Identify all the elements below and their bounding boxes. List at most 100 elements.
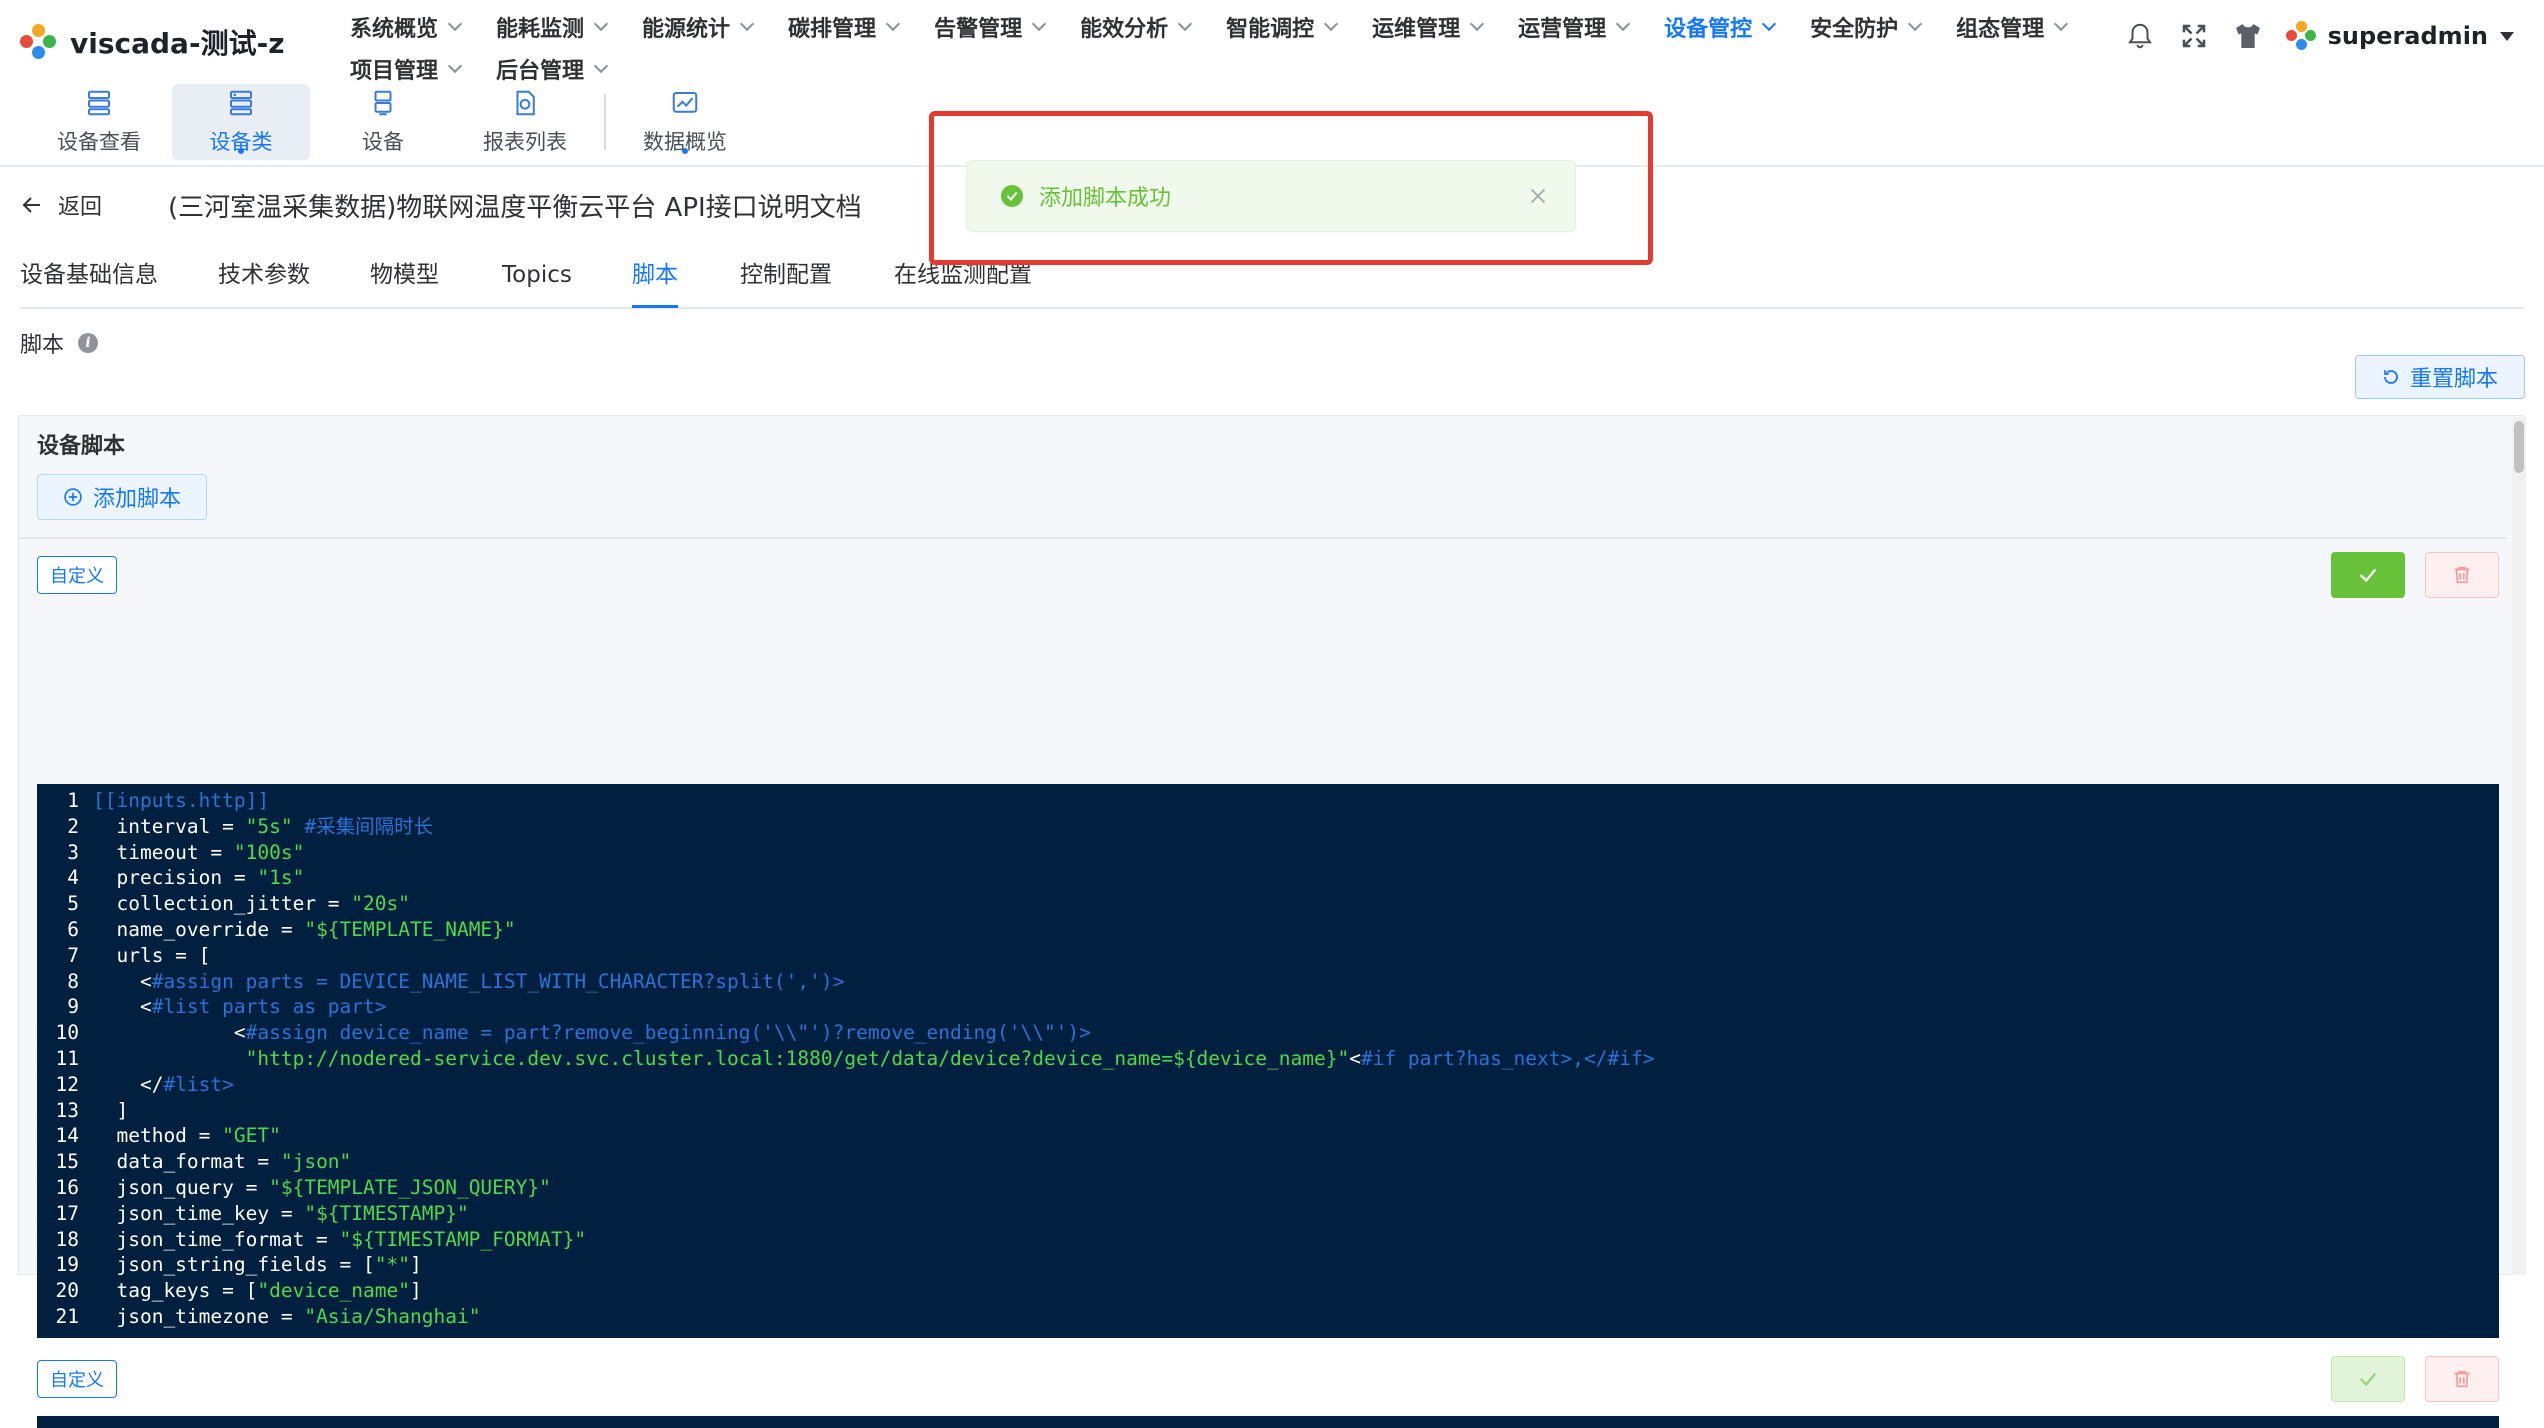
code-token: "5s" — [245, 814, 293, 838]
delete-script-button[interactable] — [2425, 1356, 2499, 1402]
line-number: 4 — [67, 866, 79, 890]
arrow-left-icon — [22, 197, 40, 213]
nav-item[interactable]: 运维管理 — [1372, 11, 1485, 43]
subnav-item[interactable]: 设备类 — [172, 84, 310, 160]
reset-script-button[interactable]: 重置脚本 — [2355, 355, 2525, 399]
code-token: json_time_key = — [93, 1201, 305, 1225]
theme-shirt-icon[interactable] — [2230, 18, 2266, 54]
code-token: ] — [93, 1098, 129, 1122]
refresh-icon — [2384, 370, 2398, 384]
code-editor[interactable] — [37, 1416, 2499, 1428]
bell-icon[interactable] — [2122, 18, 2158, 54]
check-icon — [2359, 568, 2377, 583]
tab[interactable]: 设备基础信息 — [20, 257, 158, 305]
nav-item-label: 系统概览 — [350, 17, 439, 42]
check-icon — [2359, 1372, 2377, 1387]
tab[interactable]: 技术参数 — [218, 257, 310, 305]
nav-item-label: 组态管理 — [1956, 17, 2045, 42]
code-token: json_time_format = — [93, 1227, 340, 1251]
code-token: "GET" — [222, 1124, 281, 1148]
vertical-scrollbar[interactable] — [2512, 417, 2526, 1275]
tab[interactable]: 控制配置 — [740, 257, 832, 305]
code-token: #list> — [163, 1072, 234, 1096]
code-token: < — [93, 995, 152, 1019]
scrollbar-thumb[interactable] — [2514, 421, 2524, 473]
nav-item[interactable]: 安全防护 — [1810, 11, 1923, 43]
nav-item[interactable]: 项目管理 — [350, 53, 463, 85]
add-script-label: 添加脚本 — [92, 487, 181, 512]
nav-item[interactable]: 设备管控 — [1664, 11, 1777, 43]
line-number: 18 — [55, 1227, 79, 1251]
code-line: 4 precision = "1s" — [37, 865, 2499, 891]
info-icon[interactable]: i — [78, 333, 99, 353]
line-number: 16 — [55, 1176, 79, 1199]
confirm-script-button[interactable] — [2331, 552, 2405, 598]
code-line: 3 timeout = "100s" — [37, 840, 2499, 866]
code-token: ] — [410, 1253, 422, 1277]
code-line: 10 <#assign device_name = part?remove_be… — [37, 1020, 2499, 1046]
app-logo[interactable]: viscada-测试-z — [20, 22, 285, 62]
nav-item[interactable]: 能效分析 — [1080, 11, 1193, 43]
back-button[interactable]: 返回 — [20, 189, 102, 221]
code-token: "${TEMPLATE_JSON_QUERY}" — [269, 1176, 551, 1199]
subnav-item[interactable]: 设备 — [314, 84, 452, 160]
device-icon — [368, 88, 398, 122]
nav-item[interactable]: 运营管理 — [1518, 11, 1631, 43]
code-line: 15 data_format = "json" — [37, 1149, 2499, 1175]
script-type-tag: 自定义 — [37, 1360, 117, 1398]
code-editor[interactable]: 1 [[inputs.http]] 2 interval = "5s" #采集间隔时… — [37, 784, 2499, 1338]
nav-item[interactable]: 系统概览 — [350, 11, 463, 43]
reset-script-label: 重置脚本 — [2409, 367, 2498, 392]
line-number: 7 — [67, 943, 79, 967]
code-token: < — [1349, 1047, 1361, 1070]
subnav-item-label: 设备 — [362, 130, 404, 154]
device-script-panel: 设备脚本 添加脚本 自定义 1 [[inputs.http]] 2 interval… — [18, 415, 2524, 1428]
nav-item-label: 设备管控 — [1664, 17, 1753, 42]
close-icon[interactable] — [1527, 185, 1549, 207]
nav-item[interactable]: 能耗监测 — [496, 11, 609, 43]
code-token: [[inputs.http]] — [93, 789, 270, 812]
nav-item[interactable]: 后台管理 — [496, 53, 609, 85]
tab[interactable]: 脚本 — [632, 257, 678, 308]
main-nav-row-1: 系统概览 能耗监测 能源统计 碳排管理 告警管理 能效分析 智能调控 运维管理 运营管理 设备管控… — [350, 6, 2150, 48]
nav-item-label: 能源统计 — [642, 17, 731, 42]
subnav-item-label: 报表列表 — [483, 130, 567, 154]
nav-item[interactable]: 告警管理 — [934, 11, 1047, 43]
add-script-button[interactable]: 添加脚本 — [37, 474, 207, 520]
active-dot — [238, 148, 244, 154]
subnav-item[interactable]: 设备查看 — [30, 84, 168, 160]
chevron-down-icon — [1178, 16, 1193, 32]
code-line: 7 urls = [ — [37, 943, 2499, 969]
subnav-item-label: 设备查看 — [57, 130, 141, 154]
subnav-item[interactable]: 数据概览 — [616, 84, 754, 160]
code-line: 11 "http://nodered-service.dev.svc.clust… — [37, 1046, 2499, 1072]
fullscreen-icon[interactable] — [2176, 18, 2212, 54]
divider — [19, 537, 2507, 539]
tab[interactable]: 物模型 — [370, 257, 439, 305]
script-type-tag: 自定义 — [37, 556, 117, 594]
success-check-icon — [1001, 185, 1023, 207]
code-line: 6 name_override = "${TEMPLATE_NAME}" — [37, 917, 2499, 943]
nav-item[interactable]: 智能调控 — [1226, 11, 1339, 43]
nav-item-label: 安全防护 — [1810, 17, 1899, 42]
code-token: "100s" — [233, 840, 305, 864]
nav-item[interactable]: 能源统计 — [642, 11, 755, 43]
code-token: name_override = — [93, 918, 305, 941]
chevron-down-icon — [593, 16, 609, 32]
code-token: #assign parts = DEVICE_NAME_LIST_WITH_CH… — [151, 969, 845, 993]
delete-script-button[interactable] — [2425, 552, 2499, 598]
line-number: 20 — [55, 1279, 79, 1303]
tab[interactable]: Topics — [502, 257, 572, 305]
user-menu[interactable]: superadmin — [2285, 21, 2514, 51]
code-line: 12 </#list> — [37, 1072, 2499, 1098]
nav-item-label: 运营管理 — [1518, 17, 1607, 42]
nav-item[interactable]: 组态管理 — [1956, 11, 2069, 43]
trash-icon — [2454, 1370, 2470, 1388]
chevron-down-icon — [1908, 16, 1923, 32]
subnav-item[interactable]: 报表列表 — [456, 84, 594, 160]
line-number: 5 — [67, 892, 79, 916]
chevron-down-icon — [447, 58, 463, 74]
confirm-script-button[interactable] — [2331, 1356, 2405, 1402]
nav-item[interactable]: 碳排管理 — [788, 11, 901, 43]
code-token: json_string_fields = [ — [93, 1253, 375, 1277]
